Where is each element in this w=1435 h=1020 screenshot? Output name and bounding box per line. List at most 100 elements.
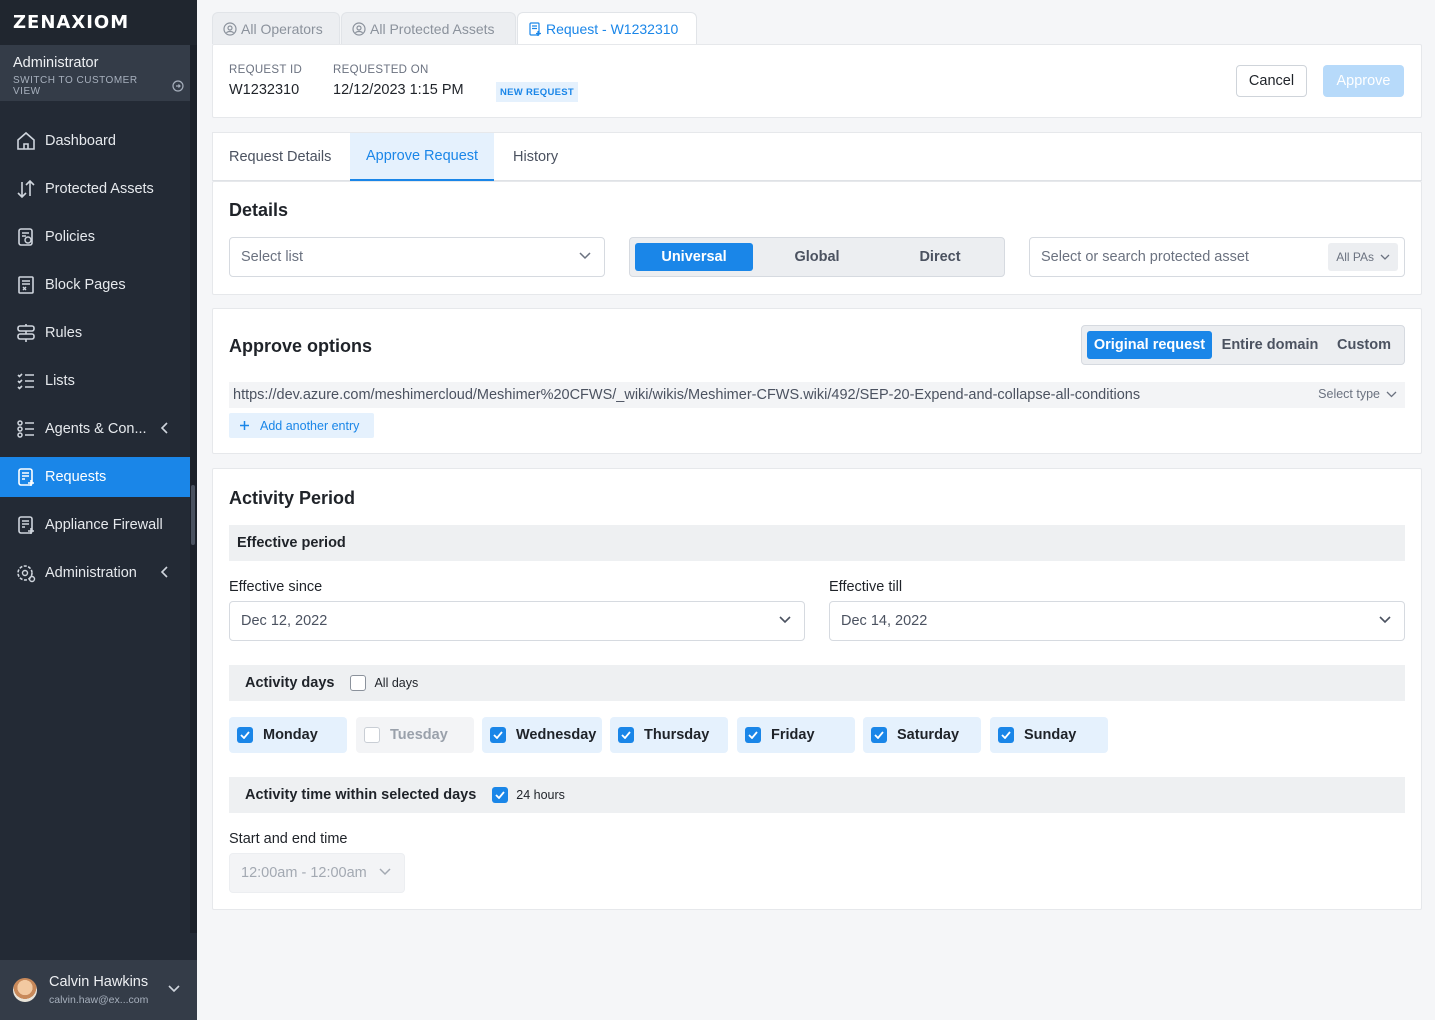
nav-lists[interactable]: Lists [0,361,190,401]
effective-since-label: Effective since [229,579,323,595]
day-sunday-checkbox[interactable]: Sunday [990,717,1108,753]
nav-dashboard[interactable]: Dashboard [0,121,190,161]
mode-entire-domain-button[interactable]: Entire domain [1216,331,1324,359]
mode-original-request-button[interactable]: Original request [1087,331,1212,359]
asset-filter-dropdown[interactable]: All PAs [1328,243,1398,271]
chevron-down-icon [779,616,791,624]
tab-request-details[interactable]: Request Details [213,133,347,181]
add-entry-button[interactable]: Add another entry [229,413,374,438]
scope-direct-button[interactable]: Direct [881,243,999,271]
nav-policies[interactable]: Policies [0,217,190,257]
request-icon [14,465,38,489]
chevron-down-icon [379,868,391,876]
time-range-select[interactable]: 12:00am - 12:00am [229,853,405,893]
request-id-field: REQUEST ID W1232310 [229,64,303,98]
switch-view-link[interactable]: SWITCH TO CUSTOMER VIEW [13,75,184,97]
plus-icon [240,421,249,430]
effective-period-header: Effective period [229,525,1405,561]
approve-options-title: Approve options [229,336,372,356]
day-saturday-checkbox[interactable]: Saturday [863,717,981,753]
sidebar-scroll-thumb[interactable] [191,485,195,545]
chevron-down-icon [1379,616,1391,624]
activity-time-header: Activity time within selected days 24 ho… [229,777,1405,813]
approve-button[interactable]: Approve [1323,65,1404,97]
arrows-updown-icon [14,177,38,201]
entry-type-select[interactable]: Select type [1318,387,1397,401]
checkmark-icon [745,727,761,743]
user-circle-icon [352,21,366,36]
checkmark-icon [871,727,887,743]
chevron-down-icon [579,252,591,260]
agents-icon [14,417,38,441]
entry-row[interactable]: https://dev.azure.com/meshimercloud/Mesh… [229,382,1405,408]
scope-universal-button[interactable]: Universal [635,243,753,271]
user-name: Calvin Hawkins [49,974,149,990]
block-page-icon [14,273,38,297]
checkmark-icon [998,727,1014,743]
checkmark-icon [237,727,253,743]
chevron-left-icon [160,422,168,434]
start-end-time-label: Start and end time [229,831,348,847]
policy-icon [14,225,38,249]
all-days-checkbox[interactable]: All days [350,675,418,691]
day-tuesday-checkbox[interactable]: Tuesday [356,717,474,753]
24-hours-checkbox[interactable]: 24 hours [492,787,565,803]
requested-on-value: 12/12/2023 1:15 PM [333,82,464,98]
effective-till-picker[interactable]: Dec 14, 2022 [829,601,1405,641]
nav-protected-assets[interactable]: Protected Assets [0,169,190,209]
request-icon [529,21,541,36]
asset-search-input[interactable]: Select or search protected asset All PAs [1029,237,1405,277]
effective-till-label: Effective till [829,579,903,595]
scope-segmented-control: Universal Global Direct [629,237,1005,277]
checklist-icon [14,369,38,393]
gear-user-icon [14,561,38,585]
account-role: Administrator [13,55,99,71]
chevron-left-icon [160,566,168,578]
checkmark-icon [618,727,634,743]
activity-period-title: Activity Period [229,488,356,508]
details-title: Details [229,200,289,220]
checkbox-icon [364,727,380,743]
sidebar: ZENAXIOM Administrator SWITCH TO CUSTOME… [0,0,197,1020]
tab-all-protected-assets[interactable]: All Protected Assets [341,12,516,44]
home-icon [14,129,38,153]
tab-history[interactable]: History [497,133,574,181]
entry-url: https://dev.azure.com/meshimercloud/Mesh… [233,387,1141,403]
cancel-button[interactable]: Cancel [1236,65,1307,97]
nav-rules[interactable]: Rules [0,313,190,353]
request-subtabs: Request Details Approve Request History [212,132,1422,181]
nav-block-pages[interactable]: Block Pages [0,265,190,305]
mode-custom-button[interactable]: Custom [1328,331,1400,359]
chevron-down-icon [168,985,180,993]
list-select[interactable]: Select list [229,237,605,277]
tab-approve-request[interactable]: Approve Request [350,133,495,181]
day-friday-checkbox[interactable]: Friday [737,717,855,753]
request-id-value: W1232310 [229,82,300,98]
day-thursday-checkbox[interactable]: Thursday [610,717,728,753]
signpost-icon [14,321,38,345]
user-menu[interactable]: Calvin Hawkins calvin.haw@ex...com [0,960,197,1020]
user-circle-icon [223,21,237,36]
nav-requests[interactable]: Requests [0,457,190,497]
tab-all-operators[interactable]: All Operators [212,12,340,44]
checkbox-icon [350,675,367,691]
arrow-right-circle-icon [172,80,184,92]
avatar [13,978,37,1002]
nav-appliance-firewall[interactable]: Appliance Firewall [0,505,190,545]
activity-days-header: Activity days All days [229,665,1405,701]
tab-request[interactable]: Request - W1232310 [517,12,697,44]
chevron-down-icon [1386,391,1397,397]
main-nav: Dashboard Protected Assets Policies Bloc… [0,121,197,593]
requested-on-field: REQUESTED ON 12/12/2023 1:15 PM [333,64,464,98]
brand-logo[interactable]: ZENAXIOM [0,0,197,45]
status-badge: NEW REQUEST [496,82,579,102]
account-switcher[interactable]: Administrator SWITCH TO CUSTOMER VIEW [0,45,197,101]
nav-agents[interactable]: Agents & Con... [0,409,190,449]
nav-administration[interactable]: Administration [0,553,190,593]
effective-since-picker[interactable]: Dec 12, 2022 [229,601,805,641]
checkmark-icon [492,787,509,803]
scope-global-button[interactable]: Global [758,243,876,271]
firewall-icon [14,513,38,537]
day-monday-checkbox[interactable]: Monday [229,717,347,753]
day-wednesday-checkbox[interactable]: Wednesday [482,717,602,753]
